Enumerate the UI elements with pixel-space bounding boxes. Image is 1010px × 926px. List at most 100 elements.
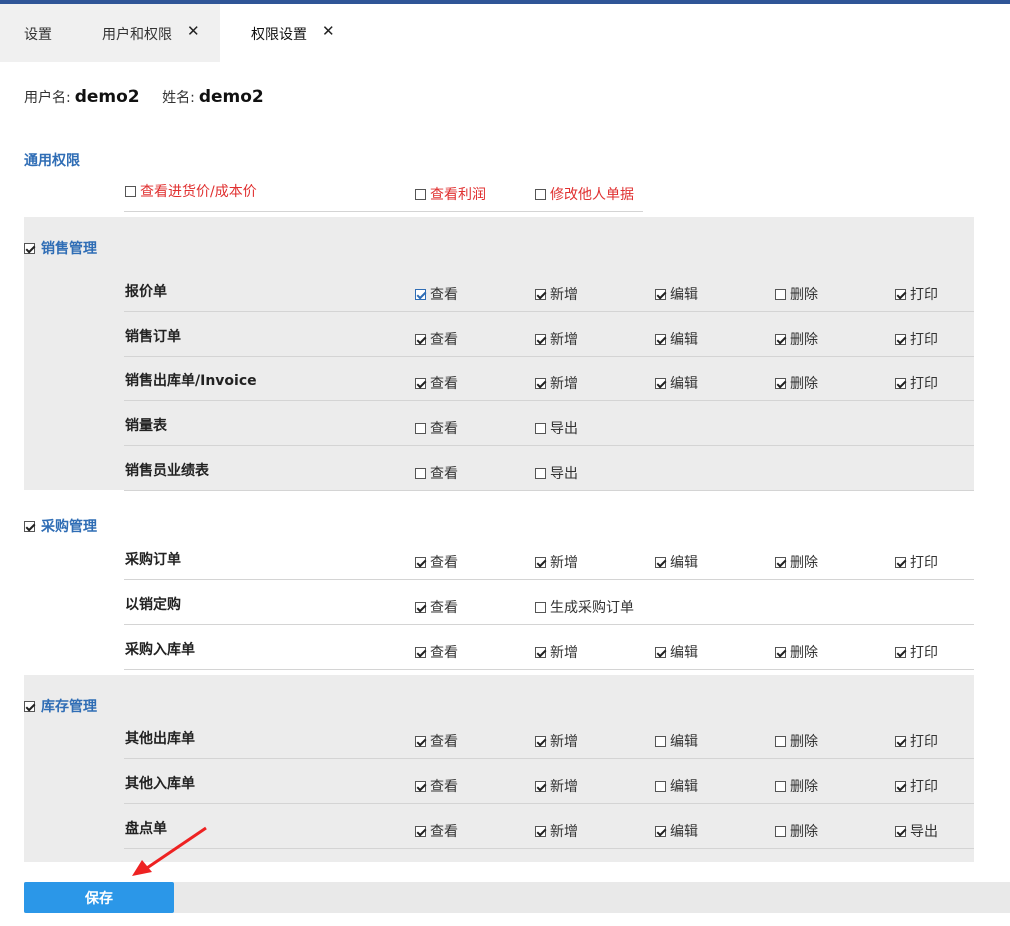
permission-option[interactable]: 新增 (535, 731, 578, 751)
checkbox[interactable] (535, 825, 546, 837)
checkbox[interactable] (415, 780, 426, 792)
checkbox[interactable] (655, 556, 666, 568)
checkbox[interactable] (535, 646, 546, 658)
checkbox[interactable] (775, 288, 786, 300)
checkbox[interactable] (415, 377, 426, 389)
checkbox[interactable] (24, 242, 35, 254)
tab-users-permissions[interactable]: 用户和权限 (102, 24, 172, 44)
section-header[interactable]: 采购管理 (24, 516, 97, 536)
permission-option[interactable]: 导出 (535, 418, 578, 438)
permission-option[interactable]: 删除 (775, 642, 818, 662)
permission-option[interactable]: 打印 (895, 731, 938, 751)
permission-option[interactable]: 删除 (775, 373, 818, 393)
permission-option[interactable]: 删除 (775, 776, 818, 796)
checkbox[interactable] (535, 422, 546, 434)
permission-option[interactable]: 打印 (895, 329, 938, 349)
section-header[interactable]: 库存管理 (24, 696, 97, 716)
checkbox[interactable] (535, 556, 546, 568)
checkbox[interactable] (535, 780, 546, 792)
permission-option[interactable]: 删除 (775, 284, 818, 304)
permission-option[interactable]: 打印 (895, 284, 938, 304)
permission-option[interactable]: 导出 (895, 821, 938, 841)
permission-option[interactable]: 打印 (895, 552, 938, 572)
checkbox[interactable] (775, 646, 786, 658)
permission-option[interactable]: 打印 (895, 776, 938, 796)
checkbox[interactable] (415, 601, 426, 613)
checkbox[interactable] (775, 735, 786, 747)
checkbox[interactable] (535, 333, 546, 345)
checkbox[interactable] (415, 422, 426, 434)
permission-option[interactable]: 编辑 (655, 821, 698, 841)
close-icon[interactable]: ✕ (322, 22, 335, 40)
checkbox[interactable] (535, 288, 546, 300)
permission-option[interactable]: 查看 (415, 642, 458, 662)
permission-option[interactable]: 新增 (535, 776, 578, 796)
checkbox[interactable] (415, 288, 426, 300)
checkbox[interactable] (895, 333, 906, 345)
checkbox[interactable] (775, 825, 786, 837)
general-option[interactable]: 查看利润 (415, 184, 486, 204)
checkbox[interactable] (655, 377, 666, 389)
permission-option[interactable]: 新增 (535, 373, 578, 393)
checkbox[interactable] (415, 467, 426, 479)
save-button[interactable]: 保存 (24, 882, 174, 913)
checkbox[interactable] (775, 556, 786, 568)
permission-option[interactable]: 新增 (535, 821, 578, 841)
checkbox[interactable] (415, 556, 426, 568)
checkbox[interactable] (415, 646, 426, 658)
permission-option[interactable]: 删除 (775, 821, 818, 841)
permission-option[interactable]: 新增 (535, 642, 578, 662)
permission-option[interactable]: 打印 (895, 642, 938, 662)
checkbox[interactable] (655, 646, 666, 658)
permission-option[interactable]: 生成采购订单 (535, 597, 634, 617)
permission-option[interactable]: 查看 (415, 552, 458, 572)
checkbox[interactable] (895, 288, 906, 300)
checkbox[interactable] (535, 601, 546, 613)
permission-option[interactable]: 新增 (535, 552, 578, 572)
permission-option[interactable]: 编辑 (655, 373, 698, 393)
checkbox[interactable] (895, 556, 906, 568)
checkbox[interactable] (415, 188, 426, 200)
permission-option[interactable]: 删除 (775, 329, 818, 349)
permission-option[interactable]: 删除 (775, 731, 818, 751)
checkbox[interactable] (895, 646, 906, 658)
permission-option[interactable]: 编辑 (655, 731, 698, 751)
general-option[interactable]: 修改他人单据 (535, 184, 634, 204)
checkbox[interactable] (535, 467, 546, 479)
permission-option[interactable]: 查看 (415, 821, 458, 841)
checkbox[interactable] (655, 288, 666, 300)
close-icon[interactable]: ✕ (187, 22, 200, 40)
checkbox[interactable] (535, 188, 546, 200)
permission-option[interactable]: 编辑 (655, 329, 698, 349)
tab-settings[interactable]: 设置 (24, 24, 52, 44)
checkbox[interactable] (895, 825, 906, 837)
permission-option[interactable]: 新增 (535, 329, 578, 349)
checkbox[interactable] (655, 735, 666, 747)
checkbox[interactable] (655, 780, 666, 792)
permission-option[interactable]: 编辑 (655, 642, 698, 662)
checkbox[interactable] (655, 825, 666, 837)
checkbox[interactable] (895, 780, 906, 792)
checkbox[interactable] (535, 377, 546, 389)
permission-option[interactable]: 查看 (415, 329, 458, 349)
permission-option[interactable]: 查看 (415, 731, 458, 751)
checkbox[interactable] (24, 520, 35, 532)
checkbox[interactable] (655, 333, 666, 345)
permission-option[interactable]: 编辑 (655, 776, 698, 796)
tab-permission-settings[interactable]: 权限设置 (251, 24, 307, 44)
permission-option[interactable]: 查看 (415, 373, 458, 393)
checkbox[interactable] (24, 700, 35, 712)
checkbox[interactable] (415, 735, 426, 747)
permission-option[interactable]: 查看 (415, 418, 458, 438)
checkbox[interactable] (775, 780, 786, 792)
checkbox[interactable] (415, 333, 426, 345)
permission-option[interactable]: 编辑 (655, 284, 698, 304)
general-option[interactable]: 查看进货价/成本价 (125, 181, 257, 201)
permission-option[interactable]: 新增 (535, 284, 578, 304)
permission-option[interactable]: 删除 (775, 552, 818, 572)
checkbox[interactable] (125, 185, 136, 197)
permission-option[interactable]: 导出 (535, 463, 578, 483)
checkbox[interactable] (775, 377, 786, 389)
checkbox[interactable] (775, 333, 786, 345)
checkbox[interactable] (415, 825, 426, 837)
